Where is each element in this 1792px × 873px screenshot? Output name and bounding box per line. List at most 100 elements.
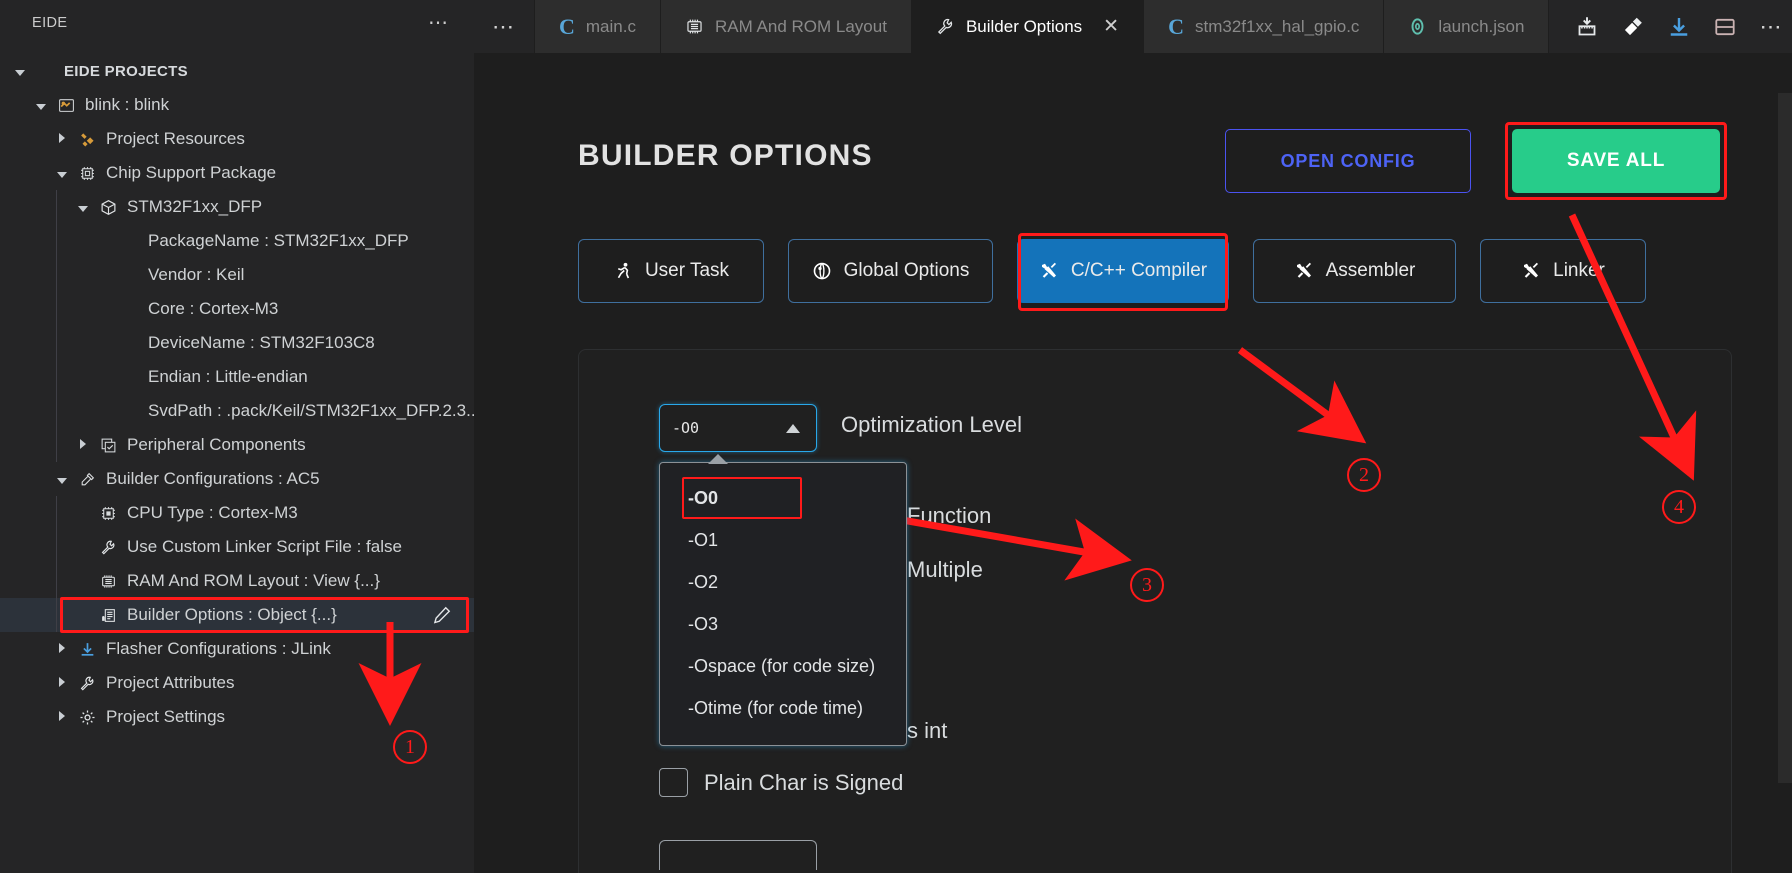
- dropdown-option[interactable]: -O2: [660, 561, 906, 603]
- plain-char-is-signed-checkbox[interactable]: Plain Char is Signed: [659, 768, 903, 797]
- sidebar-title: EIDE: [32, 15, 68, 31]
- ellipsis-icon[interactable]: ⋯: [1759, 15, 1783, 37]
- chevron-right-icon[interactable]: [50, 711, 74, 723]
- optimization-level-dropdown[interactable]: -O0 -O1 -O2 -O3 -Ospace (for code size) -Otim…: [659, 454, 907, 746]
- tree-item-label: Project Settings: [106, 707, 226, 726]
- tree-item-highlight-box: [60, 597, 469, 633]
- flash-button[interactable]: [1667, 15, 1691, 39]
- save-all-button[interactable]: SAVE ALL: [1512, 129, 1720, 193]
- checkbox-box[interactable]: [659, 768, 688, 797]
- editor-tab-bar: ⋯ Cmain.c RAM And ROM Layout Builder Optio…: [474, 0, 1792, 53]
- tree-item[interactable]: CPU Type : Cortex-M3: [0, 496, 474, 530]
- category-tab-c-c++-compiler[interactable]: C/C++ Compiler: [1017, 233, 1229, 311]
- tree-guide-line: [56, 360, 57, 394]
- tree-item[interactable]: Project Settings: [0, 700, 474, 734]
- tab-label: RAM And ROM Layout: [714, 16, 887, 36]
- tree-item[interactable]: blink : blink: [0, 88, 474, 122]
- memory-icon: [685, 17, 704, 36]
- chevron-down-icon[interactable]: [50, 167, 74, 179]
- tree-item[interactable]: Flasher Configurations : JLink: [0, 632, 474, 666]
- runner-icon: [613, 261, 633, 281]
- dropdown-option[interactable]: -Ospace (for code size): [660, 645, 906, 687]
- chevron-down-icon[interactable]: [8, 65, 32, 77]
- builder-options-panel: BUILDER OPTIONS OPEN CONFIG SAVE ALL Use…: [474, 53, 1792, 873]
- tab-main-c[interactable]: Cmain.c: [535, 0, 661, 53]
- wrench-icon: [74, 675, 100, 692]
- tree-item-label: CPU Type : Cortex-M3: [127, 503, 298, 522]
- wrench-icon: [95, 539, 121, 556]
- tree-item[interactable]: SvdPath : .pack/Keil/STM32F1xx_DFP.2.3..…: [0, 394, 474, 428]
- tree-item[interactable]: Core : Cortex-M3: [0, 292, 474, 326]
- dropdown-option[interactable]: -O0: [660, 477, 906, 519]
- chevron-down-icon[interactable]: [50, 473, 74, 485]
- tree-item[interactable]: Project Attributes: [0, 666, 474, 700]
- optimization-level-select[interactable]: -O0: [659, 404, 817, 452]
- tree-item[interactable]: Peripheral Components: [0, 428, 474, 462]
- tree-item[interactable]: Chip Support Package: [0, 156, 474, 190]
- chevron-down-icon[interactable]: [29, 99, 53, 111]
- chip-icon: [74, 165, 100, 182]
- components-icon: [95, 437, 121, 454]
- category-tab-assembler[interactable]: Assembler: [1253, 239, 1456, 303]
- scrollbar-thumb[interactable]: [1778, 93, 1792, 783]
- tree-item[interactable]: DeviceName : STM32F103C8: [0, 326, 474, 360]
- c-file-icon: C: [559, 13, 575, 39]
- tree-guide-line: [56, 326, 57, 360]
- split-editor-button[interactable]: [1713, 15, 1737, 39]
- tab-launch-json[interactable]: launch.json: [1384, 0, 1550, 53]
- tab-stm32f1xx-hal-gpio-c[interactable]: Cstm32f1xx_hal_gpio.c: [1144, 0, 1385, 53]
- more-actions-button[interactable]: ⋯: [1759, 15, 1783, 37]
- tree-item[interactable]: Project Resources: [0, 122, 474, 156]
- tab-label: stm32f1xx_hal_gpio.c: [1194, 16, 1360, 36]
- dropdown-arrow-nub: [708, 454, 728, 464]
- vertical-scrollbar[interactable]: [1778, 53, 1792, 873]
- category-tab-label: Global Options: [843, 260, 970, 281]
- tab-builder-options[interactable]: Builder Options ✕: [911, 0, 1145, 53]
- wrench-icon: [936, 17, 955, 36]
- tree-item[interactable]: Builder Configurations : AC5: [0, 462, 474, 496]
- tree-item[interactable]: PackageName : STM32F1xx_DFP: [0, 224, 474, 258]
- tree-item-label: Core : Cortex-M3: [148, 299, 279, 318]
- tree-item[interactable]: EIDE PROJECTS: [0, 54, 474, 88]
- chevron-right-icon[interactable]: [71, 439, 95, 451]
- tree-guide-line: [56, 496, 57, 530]
- tools-icon: [1039, 261, 1059, 281]
- tabs-holder: Cmain.c RAM And ROM Layout Builder Options…: [535, 0, 1550, 53]
- options-container: -O0 Optimization Level Function Multiple…: [578, 349, 1732, 873]
- chevron-right-icon[interactable]: [50, 133, 74, 145]
- ellipsis-icon[interactable]: ⋯: [416, 13, 462, 33]
- category-tab-global-options[interactable]: Global Options: [788, 239, 993, 303]
- dropdown-option[interactable]: -O1: [660, 519, 906, 561]
- tree-guide-line: [56, 428, 57, 462]
- c-file-icon: C: [1168, 13, 1184, 39]
- sidebar: EIDE ⋯ EIDE PROJECTS blink : blink Project…: [0, 0, 474, 873]
- tree-item[interactable]: RAM And ROM Layout : View {...}: [0, 564, 474, 598]
- chevron-right-icon[interactable]: [50, 677, 74, 689]
- tree-item-label: blink : blink: [85, 95, 170, 114]
- tools-icon: [1521, 261, 1541, 281]
- build-button[interactable]: [1575, 15, 1599, 39]
- next-field-partial: [659, 840, 817, 870]
- dropdown-option[interactable]: -Otime (for code time): [660, 687, 906, 729]
- category-tab-user-task[interactable]: User Task: [578, 239, 764, 303]
- tree-guide-line: [56, 530, 57, 564]
- tab-ram-and-rom-layout[interactable]: RAM And ROM Layout: [660, 0, 912, 53]
- open-config-button[interactable]: OPEN CONFIG: [1225, 129, 1471, 193]
- category-tabs: User Task Global Options C/C++ Compiler Ass…: [578, 233, 1646, 311]
- chevron-right-icon[interactable]: [50, 643, 74, 655]
- optimization-level-label: Optimization Level: [841, 412, 1022, 437]
- tree-item[interactable]: STM32F1xx_DFP: [0, 190, 474, 224]
- tree-item[interactable]: Use Custom Linker Script File : false: [0, 530, 474, 564]
- tree-item[interactable]: Vendor : Keil: [0, 258, 474, 292]
- category-tab-label: Assembler: [1325, 260, 1416, 281]
- category-tab-linker[interactable]: Linker: [1480, 239, 1646, 303]
- resources-icon: [74, 131, 100, 148]
- close-icon[interactable]: ✕: [1103, 17, 1119, 36]
- dropdown-option[interactable]: -O3: [660, 603, 906, 645]
- clean-button[interactable]: [1621, 15, 1645, 39]
- tab-overflow-ellipsis-icon[interactable]: ⋯: [474, 0, 535, 53]
- tree-guide-line: [56, 224, 57, 258]
- chevron-down-icon[interactable]: [71, 201, 95, 213]
- tree-item-label: SvdPath : .pack/Keil/STM32F1xx_DFP.2.3..…: [148, 401, 474, 420]
- tree-item[interactable]: Endian : Little-endian: [0, 360, 474, 394]
